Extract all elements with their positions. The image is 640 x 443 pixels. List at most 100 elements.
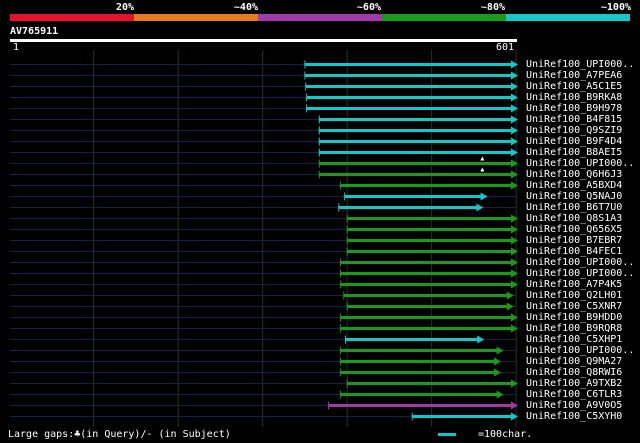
hit-bar <box>347 217 513 220</box>
hit-label[interactable]: UniRef100_A7PEA6 <box>526 70 622 81</box>
hit-arrow <box>511 280 518 289</box>
hit-bar <box>340 272 513 275</box>
hit-label[interactable]: UniRef100_B8AEI5 <box>526 147 622 158</box>
hit-arrow <box>511 137 518 146</box>
hit-label[interactable]: UniRef100_Q5NAJ0 <box>526 191 622 202</box>
hit-label[interactable]: UniRef100_A5BXD4 <box>526 180 622 191</box>
hit-label[interactable]: UniRef100_UPI000.. <box>526 268 634 279</box>
hit-bar <box>305 85 513 88</box>
hit-label[interactable]: UniRef100_B9HDD0 <box>526 312 622 323</box>
hit-bar <box>345 338 480 341</box>
hit-arrow <box>506 291 514 300</box>
hit-bar <box>306 96 513 99</box>
hit-label[interactable]: UniRef100_C5XNR7 <box>526 301 622 312</box>
hit-bar <box>344 195 483 198</box>
hit-label[interactable]: UniRef100_B6T7U0 <box>526 202 622 213</box>
hit-label[interactable]: UniRef100_UPI000.. <box>526 257 634 268</box>
hit-label[interactable]: UniRef100_A9TXB2 <box>526 378 622 389</box>
hit-bar <box>319 129 513 132</box>
hit-arrow <box>511 115 518 124</box>
hit-label[interactable]: UniRef100_A7P4K5 <box>526 279 622 290</box>
hit-arrow <box>511 225 518 234</box>
hit-arrow <box>494 368 502 377</box>
hit-label[interactable]: UniRef100_Q6H6J3 <box>526 169 622 180</box>
hit-arrow <box>477 335 485 344</box>
hit-label[interactable]: UniRef100_B9RKA8 <box>526 92 622 103</box>
hit-label[interactable]: UniRef100_Q9SZI9 <box>526 125 622 136</box>
hit-arrow <box>511 236 518 245</box>
hit-bar <box>319 162 513 165</box>
hit-label[interactable]: UniRef100_C5XYH0 <box>526 411 622 422</box>
hit-bar <box>340 393 499 396</box>
query-gap-marker <box>480 167 485 172</box>
hit-label[interactable]: UniRef100_B7EBR7 <box>526 235 622 246</box>
hit-bar <box>347 228 513 231</box>
hit-bar <box>340 327 513 330</box>
hit-arrow <box>511 104 518 113</box>
hit-bar <box>412 415 513 418</box>
hit-bar <box>340 184 513 187</box>
hit-label[interactable]: UniRef100_B4FEC1 <box>526 246 622 257</box>
hit-bar <box>340 316 513 319</box>
hit-label[interactable]: UniRef100_UPI000.. <box>526 158 634 169</box>
hit-label[interactable]: UniRef100_B4F815 <box>526 114 622 125</box>
hit-arrow <box>511 324 518 333</box>
hit-arrow <box>511 269 518 278</box>
hit-bar <box>340 371 497 374</box>
hit-label[interactable]: UniRef100_A5C1E5 <box>526 81 622 92</box>
hit-bar <box>319 140 513 143</box>
hit-arrow <box>506 302 514 311</box>
hit-arrow <box>511 379 518 388</box>
hit-bar <box>338 206 479 209</box>
hit-bar <box>319 173 513 176</box>
hit-bar <box>343 294 509 297</box>
hit-label[interactable]: UniRef100_C6TLR3 <box>526 389 622 400</box>
hit-label[interactable]: UniRef100_Q8RWI6 <box>526 367 622 378</box>
hit-bar <box>319 151 513 154</box>
hit-bar <box>347 382 513 385</box>
hit-arrow <box>511 159 518 168</box>
hit-arrow <box>496 390 504 399</box>
hit-bar <box>347 250 513 253</box>
hit-arrow <box>511 82 518 91</box>
hit-bar <box>347 239 513 242</box>
hit-arrow <box>511 126 518 135</box>
hit-bar <box>306 107 513 110</box>
hit-arrow <box>511 258 518 267</box>
hit-bar <box>304 63 513 66</box>
hit-arrow <box>511 247 518 256</box>
hit-arrow <box>480 192 488 201</box>
hit-label[interactable]: UniRef100_B9F4D4 <box>526 136 622 147</box>
hit-label[interactable]: UniRef100_Q656X5 <box>526 224 622 235</box>
hit-label[interactable]: UniRef100_Q2LH01 <box>526 290 622 301</box>
hit-label[interactable]: UniRef100_B9H978 <box>526 103 622 114</box>
hit-arrow <box>511 313 518 322</box>
hit-arrow <box>511 93 518 102</box>
hit-bar <box>340 360 497 363</box>
hit-arrow <box>511 401 518 410</box>
hit-arrow <box>511 412 518 421</box>
hit-bar <box>340 261 513 264</box>
scale-bar <box>438 433 456 436</box>
hit-label[interactable]: UniRef100_C5XHP1 <box>526 334 622 345</box>
hit-bar <box>340 283 513 286</box>
hit-label[interactable]: UniRef100_UPI000.. <box>526 345 634 356</box>
hit-label[interactable]: UniRef100_A9V0O5 <box>526 400 622 411</box>
hit-arrow <box>511 60 518 69</box>
hit-arrow <box>511 71 518 80</box>
query-gap-marker <box>480 156 485 161</box>
hit-bar <box>319 118 513 121</box>
hit-arrow <box>494 357 502 366</box>
hit-bar <box>347 305 509 308</box>
hit-arrow <box>511 181 518 190</box>
hit-bar <box>304 74 513 77</box>
hit-arrow <box>476 203 484 212</box>
alignment-overview: 20% ~40% ~60% ~80% ~100% AV765911 1 601 … <box>0 0 640 443</box>
hit-label[interactable]: UniRef100_UPI000.. <box>526 59 634 70</box>
hit-arrow <box>496 346 504 355</box>
hit-label[interactable]: UniRef100_Q9MA27 <box>526 356 622 367</box>
hit-label[interactable]: UniRef100_Q8S1A3 <box>526 213 622 224</box>
hit-bar <box>340 349 499 352</box>
hit-bar <box>328 404 513 407</box>
hit-label[interactable]: UniRef100_B9RQR8 <box>526 323 622 334</box>
